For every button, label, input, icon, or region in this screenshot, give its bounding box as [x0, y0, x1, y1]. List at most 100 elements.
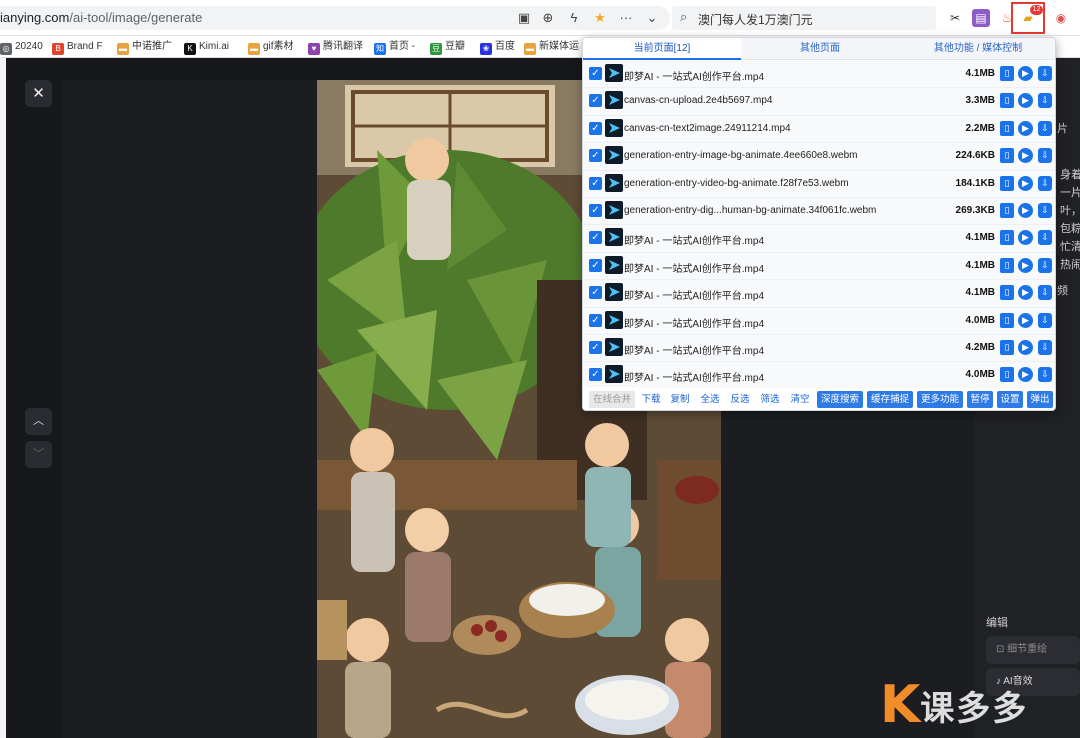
checkbox-checked-icon[interactable]: ✓ [589, 203, 602, 217]
media-file-row[interactable]: ✓ generation-entry-dig...human-bg-animate… [583, 197, 1055, 226]
deep-search-button[interactable]: 深度搜索 [817, 391, 863, 408]
download-icon[interactable]: ⇩ [1038, 257, 1052, 273]
download-icon[interactable]: ⇩ [1038, 312, 1052, 328]
tab-other-pages[interactable]: 其他页面 [741, 38, 899, 60]
cache-capture-button[interactable]: 缓存捕捉 [867, 391, 913, 408]
copy-link-icon[interactable]: ▯ [1000, 120, 1014, 136]
invert-selection-button[interactable]: 反选 [728, 391, 752, 408]
download-icon[interactable]: ⇩ [1038, 93, 1052, 109]
copy-link-icon[interactable]: ▯ [1000, 367, 1014, 383]
extension-purple-icon[interactable]: ▤ [972, 9, 990, 27]
checkbox-checked-icon[interactable]: ✓ [589, 149, 602, 163]
copy-link-icon[interactable]: ▯ [1000, 285, 1014, 301]
copy-link-icon[interactable]: ▯ [1000, 93, 1014, 109]
play-icon[interactable]: ▶ [1018, 120, 1033, 136]
play-icon[interactable]: ▶ [1018, 257, 1033, 273]
checkbox-checked-icon[interactable]: ✓ [589, 67, 602, 80]
copy-link-icon[interactable]: ▯ [1000, 66, 1014, 81]
play-icon[interactable]: ▶ [1018, 339, 1033, 355]
media-file-row[interactable]: ✓ 即梦AI - 一站式AI创作平台.mp4 4.2MB ▯ ▶ ⇩ [583, 334, 1055, 363]
download-icon[interactable]: ⇩ [1038, 148, 1052, 164]
copy-link-icon[interactable]: ▯ [1000, 339, 1014, 355]
chevron-down-icon[interactable]: ⌄ [644, 10, 660, 26]
copy-button[interactable]: 复制 [668, 391, 692, 408]
download-icon[interactable]: ⇩ [1038, 202, 1052, 218]
select-all-button[interactable]: 全选 [698, 391, 722, 408]
media-file-row[interactable]: ✓ 即梦AI - 一站式AI创作平台.mp4 4.1MB ▯ ▶ ⇩ [583, 252, 1055, 281]
play-icon[interactable]: ▶ [1018, 285, 1033, 301]
copy-link-icon[interactable]: ▯ [1000, 312, 1014, 328]
clipboard-icon[interactable]: ▣ [516, 10, 532, 26]
merge-online-button[interactable]: 在线合并 [589, 391, 635, 408]
play-icon[interactable]: ▶ [1018, 312, 1033, 328]
download-icon[interactable]: ⇩ [1038, 339, 1052, 355]
clear-button[interactable]: 清空 [788, 391, 812, 408]
more-functions-button[interactable]: 更多功能 [917, 391, 963, 408]
copy-link-icon[interactable]: ▯ [1000, 257, 1014, 273]
bookmark-item[interactable]: 知首页 - [374, 39, 415, 55]
lightning-icon[interactable]: ϟ [566, 10, 582, 26]
bookmark-item[interactable]: ▬ 新媒体运 [524, 39, 579, 55]
checkbox-checked-icon[interactable]: ✓ [589, 258, 602, 272]
play-icon[interactable]: ▶ [1018, 93, 1033, 109]
eye-icon[interactable]: ◉ [1052, 9, 1070, 27]
copy-link-icon[interactable]: ▯ [1000, 230, 1014, 246]
checkbox-checked-icon[interactable]: ✓ [589, 121, 602, 135]
media-file-row[interactable]: ✓ 即梦AI - 一站式AI创作平台.mp4 4.1MB ▯ ▶ ⇩ [583, 61, 1055, 89]
pause-button[interactable]: 暂停 [967, 391, 993, 408]
media-file-row[interactable]: ✓ 即梦AI - 一站式AI创作平台.mp4 4.0MB ▯ ▶ ⇩ [583, 307, 1055, 335]
media-file-row[interactable]: ✓ 即梦AI - 一站式AI创作平台.mp4 4.1MB ▯ ▶ ⇩ [583, 225, 1055, 253]
copy-link-icon[interactable]: ▯ [1000, 202, 1014, 218]
checkbox-checked-icon[interactable]: ✓ [589, 286, 602, 300]
bookmark-item[interactable]: ◎ 20240 [0, 39, 43, 55]
play-icon[interactable]: ▶ [1018, 230, 1033, 246]
download-icon[interactable]: ⇩ [1038, 66, 1052, 81]
checkbox-checked-icon[interactable]: ✓ [589, 313, 602, 327]
url-field[interactable]: ianying.com/ai-tool/image/generate ▣ ⊕ ϟ… [0, 6, 670, 30]
media-file-row[interactable]: ✓ 即梦AI - 一站式AI创作平台.mp4 4.0MB ▯ ▶ ⇩ [583, 362, 1055, 390]
download-icon[interactable]: ⇩ [1038, 175, 1052, 191]
download-icon[interactable]: ⇩ [1038, 230, 1052, 246]
tab-other-functions[interactable]: 其他功能 / 媒体控制 [899, 38, 1055, 60]
next-image-button[interactable]: ﹀ [25, 441, 52, 468]
star-icon[interactable]: ★ [592, 10, 608, 26]
prev-image-button[interactable]: ︿ [25, 408, 52, 435]
download-icon[interactable]: ⇩ [1038, 285, 1052, 301]
settings-button[interactable]: 设置 [997, 391, 1023, 408]
bookmark-item[interactable]: ▬ gif素材 [248, 39, 294, 55]
media-file-row[interactable]: ✓ generation-entry-video-bg-animate.f28f7… [583, 170, 1055, 198]
media-file-row[interactable]: ✓ canvas-cn-text2image.24911214.mp4 2.2MB ▯… [583, 115, 1055, 144]
bookmark-item[interactable]: K Kimi.ai [184, 39, 229, 55]
media-file-row[interactable]: ✓ 即梦AI - 一站式AI创作平台.mp4 4.1MB ▯ ▶ ⇩ [583, 280, 1055, 308]
popout-button[interactable]: 弹出 [1027, 391, 1053, 408]
checkbox-checked-icon[interactable]: ✓ [589, 94, 602, 108]
checkbox-checked-icon[interactable]: ✓ [589, 231, 602, 245]
tab-current-page[interactable]: 当前页面[12] [583, 38, 741, 60]
download-button[interactable]: 下载 [639, 391, 663, 408]
bookmark-item[interactable]: B Brand F [52, 39, 103, 55]
play-icon[interactable]: ▶ [1018, 66, 1033, 81]
media-file-row[interactable]: ✓ generation-entry-image-bg-animate.4ee66… [583, 143, 1055, 171]
more-icon[interactable]: ··· [618, 10, 634, 26]
bookmark-item[interactable]: ♥ 腾讯翻译 [308, 39, 363, 55]
copy-link-icon[interactable]: ▯ [1000, 175, 1014, 191]
checkbox-checked-icon[interactable]: ✓ [589, 368, 602, 382]
bookmark-item[interactable]: ▬ 中诺推广 [117, 39, 172, 55]
play-icon[interactable]: ▶ [1018, 148, 1033, 164]
bookmark-item[interactable]: ❀ 百度 [480, 39, 515, 55]
copy-link-icon[interactable]: ▯ [1000, 148, 1014, 164]
search-input[interactable]: ⌕ 澳门每人发1万澳门元 [672, 6, 936, 30]
checkbox-checked-icon[interactable]: ✓ [589, 340, 602, 354]
close-button[interactable]: ✕ [25, 80, 52, 107]
play-icon[interactable]: ▶ [1018, 175, 1033, 191]
checkbox-checked-icon[interactable]: ✓ [589, 176, 602, 190]
media-file-row[interactable]: ✓ canvas-cn-upload.2e4b5697.mp4 3.3MB ▯ ▶ ⇩ [583, 88, 1055, 116]
bookmark-item[interactable]: 豆豆瓣 [430, 39, 465, 55]
detail-redraw-button[interactable]: ⊡ 细节重绘 [986, 636, 1080, 664]
download-icon[interactable]: ⇩ [1038, 120, 1052, 136]
download-icon[interactable]: ⇩ [1038, 367, 1052, 383]
play-icon[interactable]: ▶ [1018, 202, 1033, 218]
play-icon[interactable]: ▶ [1018, 367, 1033, 383]
scissors-icon[interactable]: ✂ [946, 9, 964, 27]
zoom-icon[interactable]: ⊕ [540, 10, 556, 26]
